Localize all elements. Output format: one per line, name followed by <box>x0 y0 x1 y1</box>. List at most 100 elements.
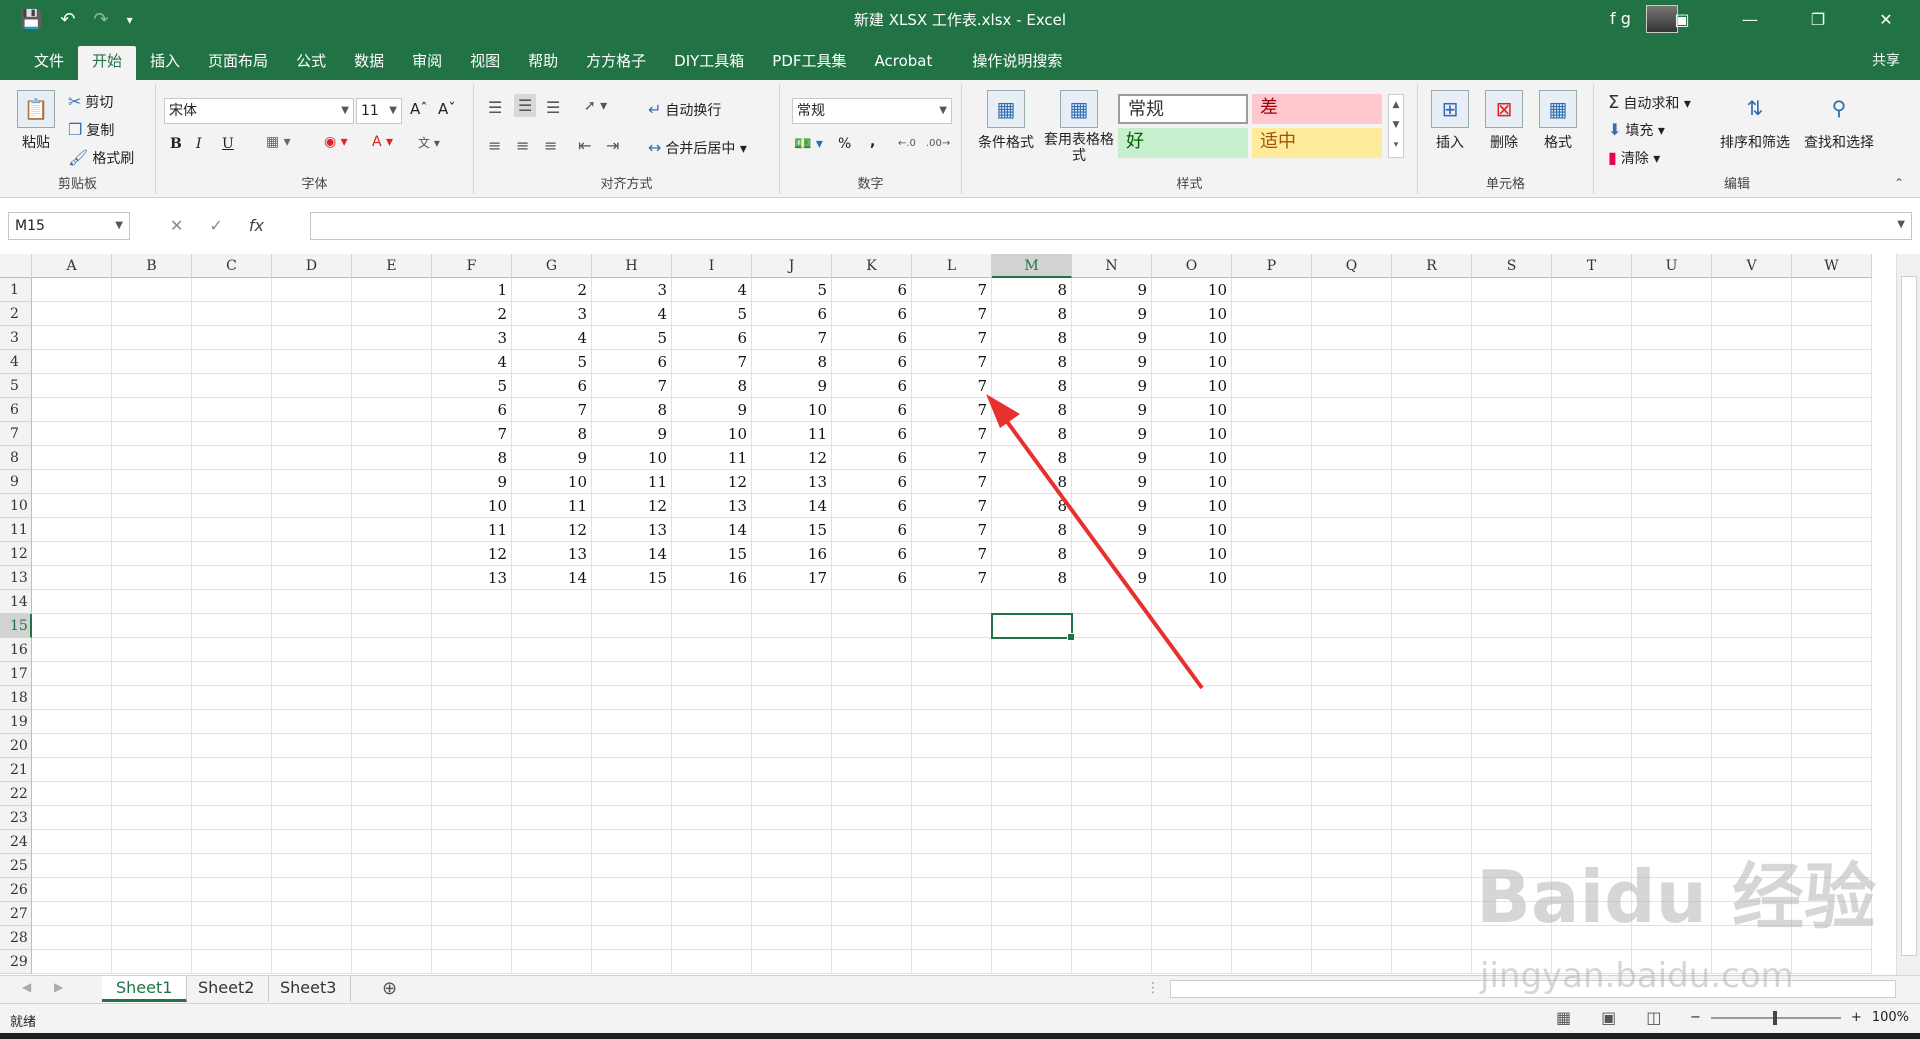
cell-C21[interactable] <box>192 758 272 782</box>
cell-R6[interactable] <box>1392 398 1472 422</box>
cell-Q8[interactable] <box>1312 446 1392 470</box>
cell-C2[interactable] <box>192 302 272 326</box>
cell-E21[interactable] <box>352 758 432 782</box>
tab-11[interactable]: PDF工具集 <box>758 46 860 80</box>
cell-W11[interactable] <box>1792 518 1872 542</box>
font-name-select[interactable]: 宋体 ▼ <box>164 98 354 124</box>
cell-H7[interactable]: 9 <box>592 422 672 446</box>
cell-U15[interactable] <box>1632 614 1712 638</box>
delete-cells-button[interactable]: ⊠ 删除 <box>1482 90 1526 152</box>
cell-U3[interactable] <box>1632 326 1712 350</box>
cell-D13[interactable] <box>272 566 352 590</box>
cell-L23[interactable] <box>912 806 992 830</box>
paste-button[interactable]: 📋 粘贴 <box>14 90 58 152</box>
cell-I14[interactable] <box>672 590 752 614</box>
cell-P23[interactable] <box>1232 806 1312 830</box>
cell-G2[interactable]: 3 <box>512 302 592 326</box>
cell-J28[interactable] <box>752 926 832 950</box>
cell-T1[interactable] <box>1552 278 1632 302</box>
cell-H28[interactable] <box>592 926 672 950</box>
cell-S11[interactable] <box>1472 518 1552 542</box>
cell-R10[interactable] <box>1392 494 1472 518</box>
cell-D7[interactable] <box>272 422 352 446</box>
column-header-W[interactable]: W <box>1792 254 1872 278</box>
cut-button[interactable]: ✂ 剪切 <box>68 92 113 112</box>
cell-H4[interactable]: 6 <box>592 350 672 374</box>
cell-P28[interactable] <box>1232 926 1312 950</box>
cell-L18[interactable] <box>912 686 992 710</box>
cell-W5[interactable] <box>1792 374 1872 398</box>
cell-F23[interactable] <box>432 806 512 830</box>
cell-C25[interactable] <box>192 854 272 878</box>
cell-E11[interactable] <box>352 518 432 542</box>
name-box[interactable]: M15 ▼ <box>8 212 130 240</box>
cell-H20[interactable] <box>592 734 672 758</box>
cell-L15[interactable] <box>912 614 992 638</box>
cell-O22[interactable] <box>1152 782 1232 806</box>
cell-E25[interactable] <box>352 854 432 878</box>
cell-C5[interactable] <box>192 374 272 398</box>
cell-H2[interactable]: 4 <box>592 302 672 326</box>
cell-P3[interactable] <box>1232 326 1312 350</box>
close-icon[interactable]: ✕ <box>1852 0 1920 40</box>
cell-H16[interactable] <box>592 638 672 662</box>
cell-S22[interactable] <box>1472 782 1552 806</box>
cell-T14[interactable] <box>1552 590 1632 614</box>
cell-C12[interactable] <box>192 542 272 566</box>
cell-G4[interactable]: 5 <box>512 350 592 374</box>
tab-3[interactable]: 页面布局 <box>194 46 282 80</box>
cell-O29[interactable] <box>1152 950 1232 974</box>
row-header[interactable]: 29 <box>0 950 32 974</box>
row-header[interactable]: 12 <box>0 542 32 566</box>
cell-U13[interactable] <box>1632 566 1712 590</box>
cell-T16[interactable] <box>1552 638 1632 662</box>
cell-A10[interactable] <box>32 494 112 518</box>
cell-F5[interactable]: 5 <box>432 374 512 398</box>
cell-N14[interactable] <box>1072 590 1152 614</box>
cell-A3[interactable] <box>32 326 112 350</box>
cell-E3[interactable] <box>352 326 432 350</box>
cell-U1[interactable] <box>1632 278 1712 302</box>
cell-V11[interactable] <box>1712 518 1792 542</box>
cell-E10[interactable] <box>352 494 432 518</box>
bold-button[interactable]: B <box>170 136 182 152</box>
cell-A2[interactable] <box>32 302 112 326</box>
cell-C1[interactable] <box>192 278 272 302</box>
insert-cells-button[interactable]: ⊞ 插入 <box>1428 90 1472 152</box>
cell-W19[interactable] <box>1792 710 1872 734</box>
cell-V18[interactable] <box>1712 686 1792 710</box>
cell-D28[interactable] <box>272 926 352 950</box>
cell-R7[interactable] <box>1392 422 1472 446</box>
cell-J1[interactable]: 5 <box>752 278 832 302</box>
cell-I10[interactable]: 13 <box>672 494 752 518</box>
cell-U6[interactable] <box>1632 398 1712 422</box>
cell-P21[interactable] <box>1232 758 1312 782</box>
cell-A16[interactable] <box>32 638 112 662</box>
cell-S7[interactable] <box>1472 422 1552 446</box>
cell-O11[interactable]: 10 <box>1152 518 1232 542</box>
cell-S2[interactable] <box>1472 302 1552 326</box>
cell-V5[interactable] <box>1712 374 1792 398</box>
cell-T2[interactable] <box>1552 302 1632 326</box>
cell-R24[interactable] <box>1392 830 1472 854</box>
cell-F14[interactable] <box>432 590 512 614</box>
cell-M18[interactable] <box>992 686 1072 710</box>
cell-C17[interactable] <box>192 662 272 686</box>
cell-N7[interactable]: 9 <box>1072 422 1152 446</box>
cell-K3[interactable]: 6 <box>832 326 912 350</box>
cell-H19[interactable] <box>592 710 672 734</box>
cell-W9[interactable] <box>1792 470 1872 494</box>
cell-R2[interactable] <box>1392 302 1472 326</box>
cell-O16[interactable] <box>1152 638 1232 662</box>
cell-I26[interactable] <box>672 878 752 902</box>
cell-I5[interactable]: 8 <box>672 374 752 398</box>
cell-K25[interactable] <box>832 854 912 878</box>
cell-K14[interactable] <box>832 590 912 614</box>
cell-B8[interactable] <box>112 446 192 470</box>
cancel-icon[interactable]: ✕ <box>170 212 183 240</box>
cell-O12[interactable]: 10 <box>1152 542 1232 566</box>
cell-V17[interactable] <box>1712 662 1792 686</box>
cell-O17[interactable] <box>1152 662 1232 686</box>
cell-T19[interactable] <box>1552 710 1632 734</box>
cell-G7[interactable]: 8 <box>512 422 592 446</box>
